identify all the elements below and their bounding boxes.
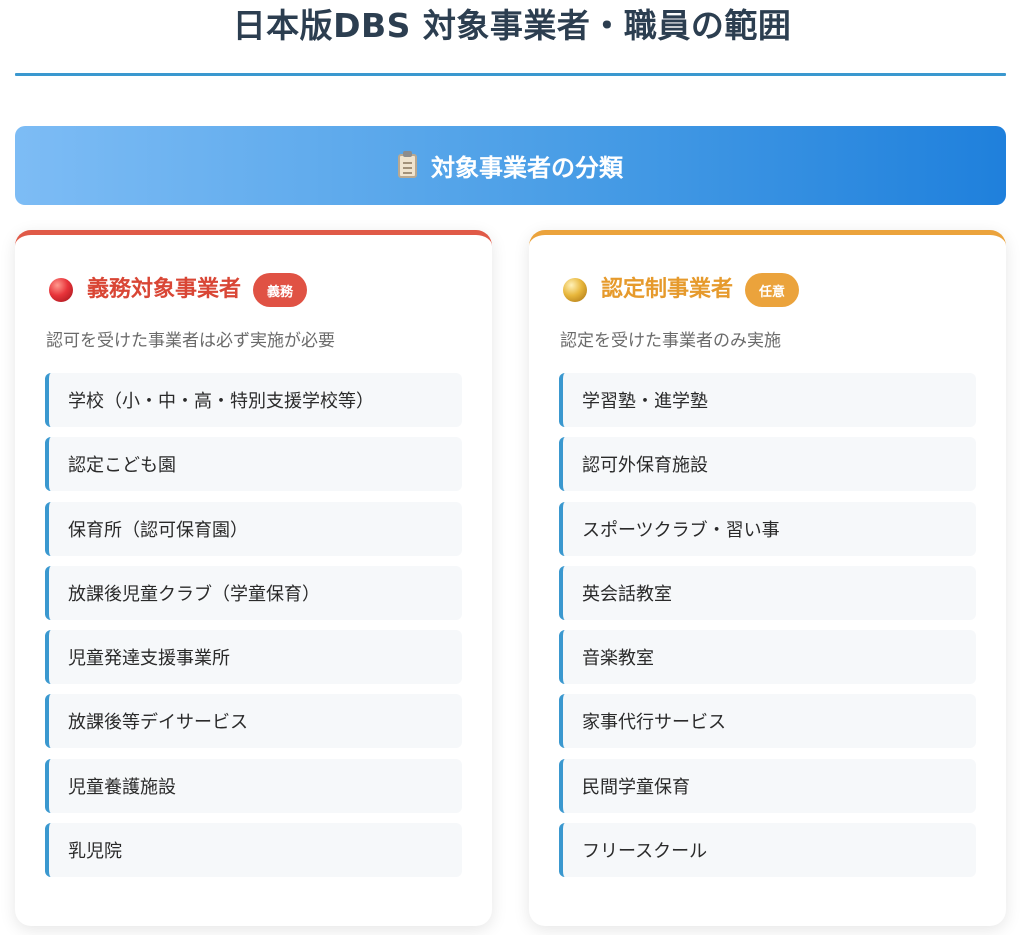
list-item: 児童発達支援事業所	[45, 630, 462, 685]
mandatory-card: 義務対象事業者 義務 認可を受けた事業者は必ず実施が必要 学校（小・中・高・特別…	[15, 230, 492, 926]
list-item: 乳児院	[45, 823, 462, 878]
page-title: 日本版DBS 対象事業者・職員の範囲	[232, 6, 792, 45]
list-item: 保育所（認可保育園）	[45, 501, 462, 556]
list-item: 家事代行サービス	[559, 694, 976, 749]
page: 日本版DBS 対象事業者・職員の範囲 対象事業者の分類 義務対象事業者 義務 認…	[0, 0, 1024, 935]
certified-description: 認定を受けた事業者のみ実施	[560, 331, 781, 351]
mandatory-card-title: 義務対象事業者	[87, 277, 242, 302]
section-title: 対象事業者の分類	[431, 154, 623, 182]
list-item: 学習塾・進学塾	[559, 373, 976, 427]
title-divider	[15, 73, 1006, 76]
list-item: 学校（小・中・高・特別支援学校等）	[45, 373, 462, 427]
list-item: 児童養護施設	[45, 758, 462, 813]
certified-list: 学習塾・進学塾 認可外保育施設 スポーツクラブ・習い事 英会話教室 音楽教室 家…	[559, 373, 976, 887]
certified-card-title: 認定制事業者	[601, 277, 734, 302]
mandatory-list: 学校（小・中・高・特別支援学校等） 認定こども園 保育所（認可保育園） 放課後児…	[45, 373, 462, 887]
yellow-circle-icon	[563, 278, 587, 302]
list-item: 認可外保育施設	[559, 437, 976, 492]
section-banner: 対象事業者の分類	[15, 126, 1006, 205]
mandatory-description: 認可を受けた事業者は必ず実施が必要	[46, 331, 335, 351]
list-item: 認定こども園	[45, 437, 462, 492]
list-item: 放課後等デイサービス	[45, 694, 462, 749]
certified-badge: 任意	[745, 273, 800, 307]
certified-card-header: 認定制事業者 任意	[563, 270, 800, 310]
certified-card: 認定制事業者 任意 認定を受けた事業者のみ実施 学習塾・進学塾 認可外保育施設 …	[529, 230, 1006, 926]
clipboard-icon	[398, 150, 417, 178]
mandatory-badge: 義務	[253, 273, 308, 307]
list-item: 英会話教室	[559, 565, 976, 620]
list-item: スポーツクラブ・習い事	[559, 501, 976, 556]
list-item: 音楽教室	[559, 630, 976, 685]
list-item: 放課後児童クラブ（学童保育）	[45, 565, 462, 620]
list-item: フリースクール	[559, 823, 976, 878]
list-item: 民間学童保育	[559, 758, 976, 813]
red-circle-icon	[49, 278, 73, 302]
mandatory-card-header: 義務対象事業者 義務	[49, 270, 308, 310]
